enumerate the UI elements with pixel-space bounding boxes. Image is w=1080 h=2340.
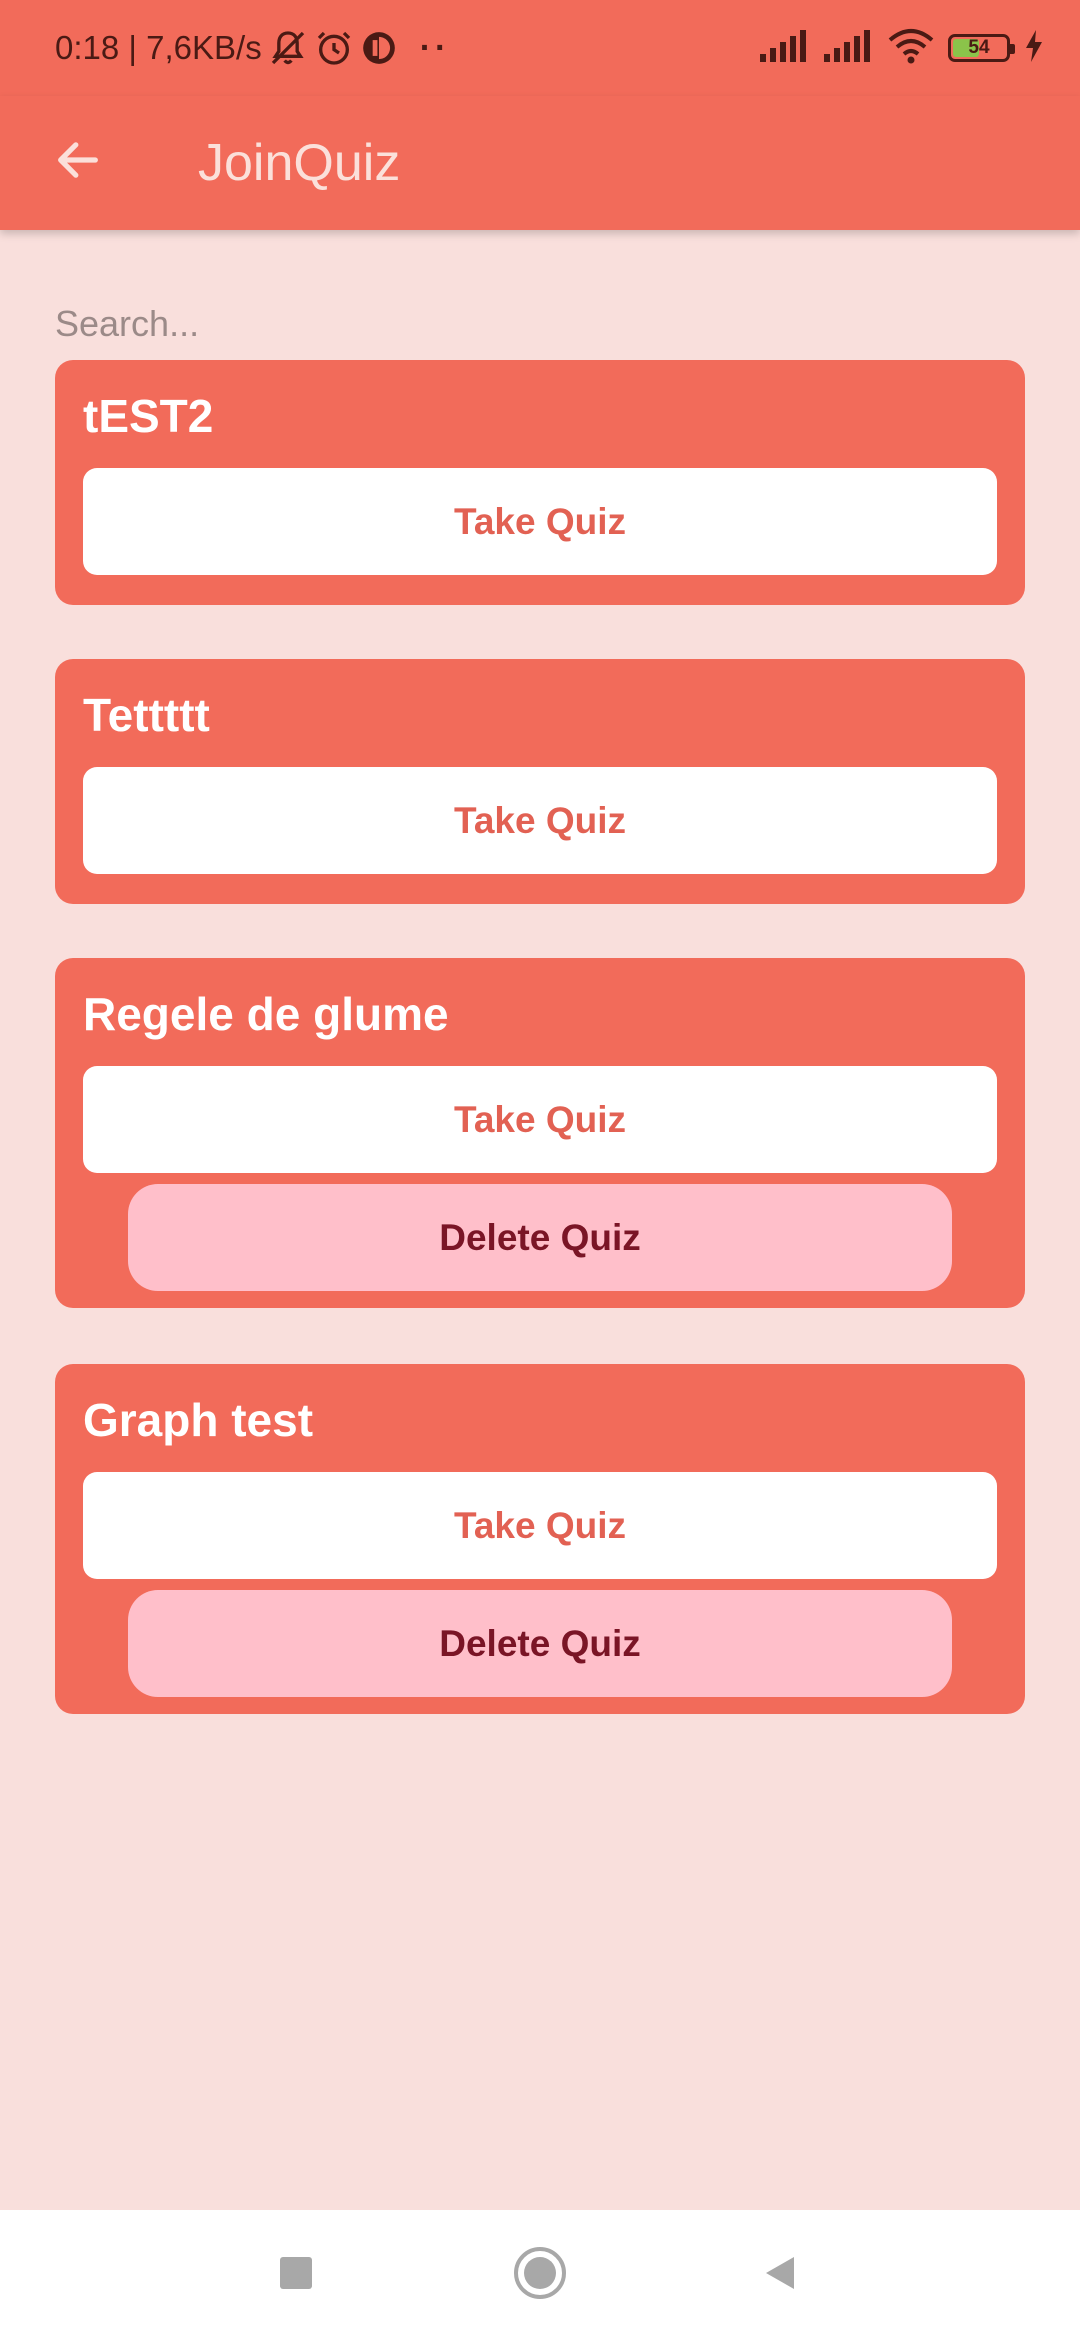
signal-icon [824,29,874,67]
wifi-icon [888,28,934,69]
delete-quiz-button[interactable]: Delete Quiz [128,1590,952,1697]
arrow-left-icon [52,134,104,191]
page-title: JoinQuiz [198,134,401,192]
take-quiz-button[interactable]: Take Quiz [83,1472,997,1579]
take-quiz-button[interactable]: Take Quiz [83,1066,997,1173]
status-time-speed: 0:18 | 7,6KB/s [55,29,262,66]
charging-icon [1024,29,1044,67]
back-triangle-icon [760,2253,800,2298]
take-quiz-button[interactable]: Take Quiz [83,767,997,874]
status-dots: ·· [419,28,451,67]
back-button[interactable] [42,126,114,198]
home-circle-icon [512,2245,568,2306]
delete-quiz-button[interactable]: Delete Quiz [128,1184,952,1291]
take-quiz-button[interactable]: Take Quiz [83,468,997,575]
search-input[interactable] [55,296,1025,352]
bell-off-icon [268,28,308,68]
battery-icon: 54 [948,34,1015,62]
recents-square-icon [278,2255,314,2296]
quiz-card: Regele de glume Take Quiz Delete Quiz [55,958,1025,1308]
battery-level: 54 [968,37,990,58]
quiz-title: Regele de glume [83,988,449,1040]
app-notification-icon [360,29,398,67]
alarm-icon [314,28,354,68]
system-nav-bar [0,2210,1080,2340]
quiz-card: Graph test Take Quiz Delete Quiz [55,1364,1025,1714]
quiz-title: Tettttt [83,689,210,741]
quiz-card: tEST2 Take Quiz [55,360,1025,605]
nav-back-button[interactable] [750,2245,810,2305]
status-bar: 0:18 | 7,6KB/s ·· 54 [0,0,1080,96]
battery-tip [1010,44,1015,54]
signal-icon [760,29,810,67]
quiz-card: Tettttt Take Quiz [55,659,1025,904]
quiz-title: tEST2 [83,390,214,442]
status-right: 54 [760,22,1044,74]
status-left: 0:18 | 7,6KB/s ·· [55,22,450,74]
app-bar: JoinQuiz [0,96,1080,230]
recents-button[interactable] [266,2245,326,2305]
home-button[interactable] [510,2245,570,2305]
quiz-title: Graph test [83,1394,314,1446]
